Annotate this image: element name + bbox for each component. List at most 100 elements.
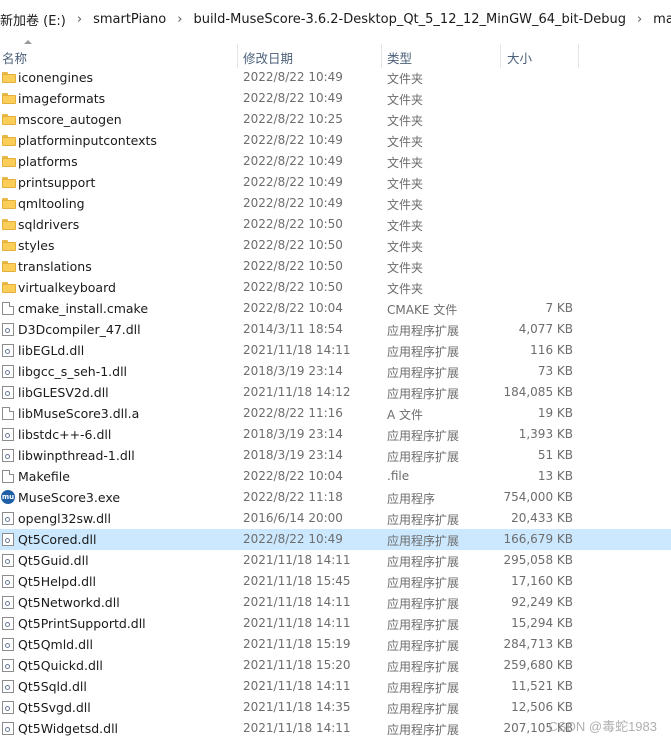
chevron-right-icon[interactable]: › xyxy=(68,12,91,27)
file-type: 应用程序扩展 xyxy=(387,660,460,674)
file-name: platforms xyxy=(18,154,78,169)
file-row[interactable]: qmltooling 2022/8/22 10:49 文件夹 xyxy=(0,193,671,214)
file-modified-date: 2014/3/11 18:54 xyxy=(243,322,343,336)
file-modified-date: 2022/8/22 11:18 xyxy=(243,490,343,504)
folder-icon xyxy=(2,93,16,104)
file-name: Qt5PrintSupportd.dll xyxy=(18,616,146,631)
file-row[interactable]: Qt5Helpd.dll 2021/11/18 15:45 应用程序扩展 17,160… xyxy=(0,571,671,592)
file-row[interactable]: libstdc++-6.dll 2018/3/19 23:14 应用程序扩展 1,39… xyxy=(0,424,671,445)
dll-icon xyxy=(2,680,14,693)
file-row[interactable]: imageformats 2022/8/22 10:49 文件夹 xyxy=(0,88,671,109)
file-row[interactable]: Qt5Guid.dll 2021/11/18 14:11 应用程序扩展 295,058… xyxy=(0,550,671,571)
file-type: 文件夹 xyxy=(387,114,424,128)
chevron-right-icon[interactable]: › xyxy=(168,12,191,27)
file-row[interactable]: libwinpthread-1.dll 2018/3/19 23:14 应用程序扩展… xyxy=(0,445,671,466)
file-size: 1,393 KB xyxy=(518,427,573,441)
file-size: 11,521 KB xyxy=(511,679,573,693)
file-name: platforminputcontexts xyxy=(18,133,157,148)
file-row[interactable]: Qt5Sqld.dll 2021/11/18 14:11 应用程序扩展 11,521 … xyxy=(0,676,671,697)
file-row[interactable]: cmake_install.cmake 2022/8/22 10:04 CMAKE … xyxy=(0,298,671,319)
file-name: translations xyxy=(18,259,92,274)
file-row[interactable]: opengl32sw.dll 2016/6/14 20:00 应用程序扩展 20,43… xyxy=(0,508,671,529)
file-modified-date: 2021/11/18 14:11 xyxy=(243,595,351,609)
file-row[interactable]: Qt5Quickd.dll 2021/11/18 15:20 应用程序扩展 259,6… xyxy=(0,655,671,676)
file-type: 文件夹 xyxy=(387,156,424,170)
file-row[interactable]: platforminputcontexts 2022/8/22 10:49 文件夹 xyxy=(0,130,671,151)
file-row[interactable]: Qt5PrintSupportd.dll 2021/11/18 14:11 应用程序… xyxy=(0,613,671,634)
file-row[interactable]: libMuseScore3.dll.a 2022/8/22 11:16 A 文件 19… xyxy=(0,403,671,424)
file-row[interactable]: iconengines 2022/8/22 10:49 文件夹 xyxy=(0,67,671,88)
file-modified-date: 2022/8/22 10:50 xyxy=(243,259,343,273)
file-row[interactable]: translations 2022/8/22 10:50 文件夹 xyxy=(0,256,671,277)
file-size: 4,077 KB xyxy=(518,322,573,336)
file-name: Qt5Cored.dll xyxy=(18,532,97,547)
column-divider[interactable] xyxy=(381,44,382,68)
dll-icon xyxy=(2,449,14,462)
file-size: 20,433 KB xyxy=(511,511,573,525)
file-type: 应用程序扩展 xyxy=(387,618,460,632)
file-type: 应用程序扩展 xyxy=(387,366,460,380)
file-modified-date: 2022/8/22 10:49 xyxy=(243,532,343,546)
file-modified-date: 2021/11/18 14:11 xyxy=(243,721,351,735)
breadcrumb-main[interactable]: main xyxy=(651,12,671,27)
file-row[interactable]: mscore_autogen 2022/8/22 10:25 文件夹 xyxy=(0,109,671,130)
file-row[interactable]: mu MuseScore3.exe 2022/8/22 11:18 应用程序 754,0… xyxy=(0,487,671,508)
file-modified-date: 2022/8/22 10:49 xyxy=(243,154,343,168)
column-divider[interactable] xyxy=(237,44,238,68)
file-name: Qt5Sqld.dll xyxy=(18,679,87,694)
file-name: libGLESV2d.dll xyxy=(18,385,109,400)
breadcrumb-build-folder[interactable]: build-MuseScore-3.6.2-Desktop_Qt_5_12_12… xyxy=(191,12,628,27)
folder-icon xyxy=(2,156,16,167)
file-row[interactable]: virtualkeyboard 2022/8/22 10:50 文件夹 xyxy=(0,277,671,298)
file-row[interactable]: Qt5Networkd.dll 2021/11/18 14:11 应用程序扩展 92,… xyxy=(0,592,671,613)
file-size: 12,506 KB xyxy=(511,700,573,714)
file-type: 应用程序扩展 xyxy=(387,597,460,611)
file-name: virtualkeyboard xyxy=(18,280,116,295)
file-row[interactable]: Qt5Cored.dll 2022/8/22 10:49 应用程序扩展 166,679… xyxy=(0,529,671,550)
file-modified-date: 2018/3/19 23:14 xyxy=(243,364,343,378)
column-header-type[interactable]: 类型 xyxy=(387,48,412,67)
file-name: cmake_install.cmake xyxy=(18,301,149,316)
folder-icon xyxy=(2,240,16,251)
chevron-right-icon[interactable]: › xyxy=(628,12,651,27)
dll-icon xyxy=(2,344,14,357)
column-header-name[interactable]: 名称 xyxy=(2,48,27,67)
file-modified-date: 2021/11/18 15:45 xyxy=(243,574,351,588)
column-divider[interactable] xyxy=(500,44,501,68)
file-row[interactable]: D3Dcompiler_47.dll 2014/3/11 18:54 应用程序扩展 4… xyxy=(0,319,671,340)
file-name: Makefile xyxy=(18,469,70,484)
file-modified-date: 2018/3/19 23:14 xyxy=(243,448,343,462)
file-name: libMuseScore3.dll.a xyxy=(18,406,140,421)
column-header-date[interactable]: 修改日期 xyxy=(243,48,293,67)
file-row[interactable]: libgcc_s_seh-1.dll 2018/3/19 23:14 应用程序扩展 7… xyxy=(0,361,671,382)
file-row[interactable]: Makefile 2022/8/22 10:04 .file 13 KB xyxy=(0,466,671,487)
file-type: 应用程序扩展 xyxy=(387,702,460,716)
breadcrumb-drive[interactable]: 新加卷 (E:) xyxy=(0,10,68,29)
file-row[interactable]: libGLESV2d.dll 2021/11/18 14:12 应用程序扩展 184,… xyxy=(0,382,671,403)
column-divider[interactable] xyxy=(578,44,579,68)
sort-ascending-icon xyxy=(24,40,32,44)
file-row[interactable]: Qt5Qmld.dll 2021/11/18 15:19 应用程序扩展 284,713… xyxy=(0,634,671,655)
file-row[interactable]: libEGLd.dll 2021/11/18 14:11 应用程序扩展 116 KB xyxy=(0,340,671,361)
file-size: 184,085 KB xyxy=(503,385,573,399)
file-type: 应用程序扩展 xyxy=(387,723,460,737)
file-row[interactable]: platforms 2022/8/22 10:49 文件夹 xyxy=(0,151,671,172)
file-name: libwinpthread-1.dll xyxy=(18,448,135,463)
file-type: 应用程序扩展 xyxy=(387,681,460,695)
file-name: Qt5Qmld.dll xyxy=(18,637,93,652)
file-row[interactable]: Qt5Svgd.dll 2021/11/18 14:35 应用程序扩展 12,506 … xyxy=(0,697,671,718)
file-type: 文件夹 xyxy=(387,240,424,254)
breadcrumb-smartpiano[interactable]: smartPiano xyxy=(91,12,168,27)
address-breadcrumb[interactable]: 新加卷 (E:) › smartPiano › build-MuseScore-… xyxy=(0,0,671,38)
file-row[interactable]: printsupport 2022/8/22 10:49 文件夹 xyxy=(0,172,671,193)
file-size: 754,000 KB xyxy=(503,490,573,504)
file-row[interactable]: styles 2022/8/22 10:50 文件夹 xyxy=(0,235,671,256)
folder-icon xyxy=(2,177,16,188)
file-row[interactable]: sqldrivers 2022/8/22 10:50 文件夹 xyxy=(0,214,671,235)
file-name: Qt5Networkd.dll xyxy=(18,595,120,610)
file-modified-date: 2022/8/22 10:04 xyxy=(243,301,343,315)
file-size: 13 KB xyxy=(537,469,573,483)
dll-icon xyxy=(2,323,14,336)
file-modified-date: 2022/8/22 11:16 xyxy=(243,406,343,420)
column-header-size[interactable]: 大小 xyxy=(507,48,532,67)
